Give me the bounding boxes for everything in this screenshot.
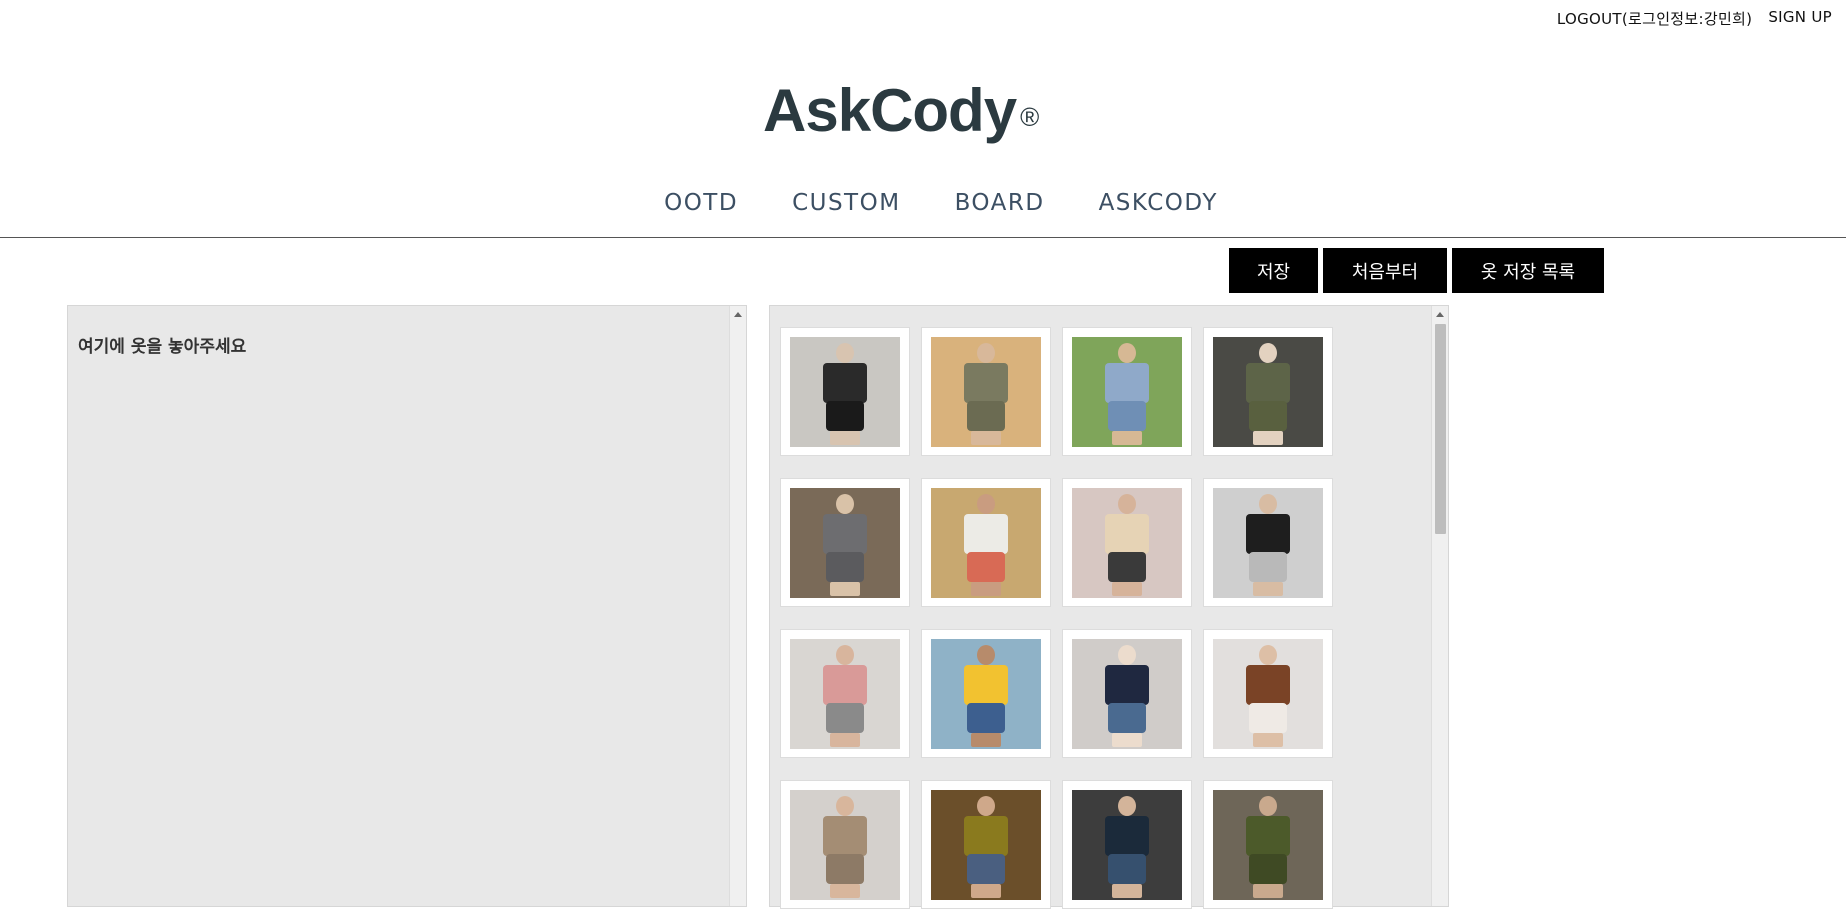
gallery-scrollbar[interactable] [1431, 306, 1448, 906]
clothing-photo [1213, 789, 1323, 900]
clothing-item-card[interactable] [780, 327, 910, 456]
nav-item-custom[interactable]: CUSTOM [792, 190, 901, 216]
clothing-item-card[interactable] [921, 478, 1051, 607]
clothing-item-card[interactable] [1203, 629, 1333, 758]
clothing-photo [1213, 487, 1323, 598]
clothing-item-card[interactable] [1062, 629, 1192, 758]
clothing-item-card[interactable] [921, 327, 1051, 456]
clothing-photo [790, 789, 900, 900]
saved-clothes-list-button[interactable]: 옷 저장 목록 [1452, 248, 1604, 293]
clothing-item-card[interactable] [921, 780, 1051, 909]
clothing-photo [1072, 336, 1182, 447]
clothing-item-card[interactable] [1203, 327, 1333, 456]
top-links: LOGOUT(로그인정보:강민희) SIGN UP [1557, 8, 1832, 29]
registered-mark: ® [1020, 102, 1039, 132]
nav-item-board[interactable]: BOARD [955, 190, 1045, 216]
outfit-drop-area[interactable]: 여기에 옷을 놓아주세요 [67, 305, 747, 907]
clothing-item-card[interactable] [1203, 478, 1333, 607]
signup-link[interactable]: SIGN UP [1768, 8, 1832, 29]
clothing-photo [931, 789, 1041, 900]
clothing-item-card[interactable] [921, 629, 1051, 758]
clothing-photo [790, 487, 900, 598]
clothes-gallery [769, 305, 1449, 909]
clothing-item-card[interactable] [780, 629, 910, 758]
clothing-photo [1213, 336, 1323, 447]
clothing-item-card[interactable] [1203, 780, 1333, 909]
logo-text: AskCody [763, 77, 1017, 144]
clothing-item-card[interactable] [780, 478, 910, 607]
clothing-item-card[interactable] [780, 780, 910, 909]
drop-area-scrollbar[interactable] [729, 306, 746, 906]
clothing-photo [790, 638, 900, 749]
action-bar: 저장 처음부터 옷 저장 목록 [1229, 248, 1604, 293]
clothing-photo [1213, 638, 1323, 749]
scrollbar-thumb[interactable] [1435, 324, 1446, 534]
nav-divider [0, 237, 1846, 238]
clothing-photo [931, 487, 1041, 598]
scroll-up-icon[interactable] [1436, 312, 1444, 317]
clothing-item-card[interactable] [1062, 327, 1192, 456]
scroll-up-icon[interactable] [734, 312, 742, 317]
clothing-photo [931, 336, 1041, 447]
drop-hint: 여기에 옷을 놓아주세요 [78, 337, 247, 357]
clothing-photo [1072, 638, 1182, 749]
clothing-item-card[interactable] [1062, 478, 1192, 607]
clothes-grid [780, 327, 1333, 909]
clothing-photo [790, 336, 900, 447]
clothing-photo [1072, 789, 1182, 900]
clothing-photo [931, 638, 1041, 749]
main-nav: OOTD CUSTOM BOARD ASKCODY [0, 190, 1846, 216]
logout-link[interactable]: LOGOUT(로그인정보:강민희) [1557, 8, 1752, 29]
clothing-photo [1072, 487, 1182, 598]
nav-item-ootd[interactable]: OOTD [664, 190, 738, 216]
nav-item-askcody[interactable]: ASKCODY [1099, 190, 1218, 216]
save-button[interactable]: 저장 [1229, 248, 1318, 293]
askcody-logo[interactable]: AskCody ® [763, 76, 1039, 146]
clothing-item-card[interactable] [1062, 780, 1192, 909]
reset-button[interactable]: 처음부터 [1323, 248, 1447, 293]
